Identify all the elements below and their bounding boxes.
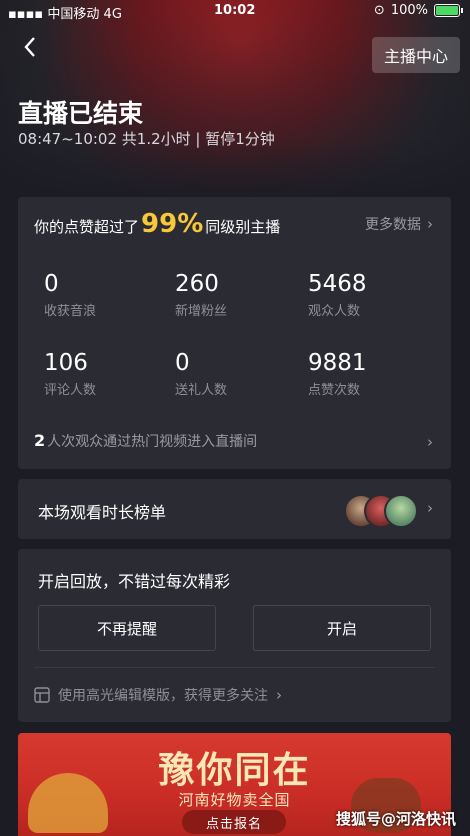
carrier-name: 中国移动 <box>47 7 100 22</box>
watch-time-rank-card[interactable]: 本场观看时长榜单 › <box>18 479 451 539</box>
banner-headline: 豫你同在 <box>158 750 311 791</box>
stat-value: 9881 <box>308 350 367 376</box>
status-bar: ▪▪▪▪ 中国移动 4G 10:02 ⊙ 100% <box>0 0 470 22</box>
stat-label: 新增粉丝 <box>175 304 228 319</box>
hot-video-text: 人次观众通过热门视频进入直播间 <box>47 434 258 450</box>
banner-subline: 河南好物卖全国 <box>178 791 291 809</box>
likes-prefix: 你的点赞超过了 <box>34 218 140 236</box>
likes-rank: 你的点赞超过了 99% 同级别主播 <box>34 209 280 239</box>
stat-label: 点赞次数 <box>308 383 361 398</box>
replay-card: 开启回放，不错过每次精彩 不再提醒 开启 使用高光编辑模版，获得更多关注 › <box>18 549 451 722</box>
clock: 10:02 <box>214 3 256 18</box>
back-icon[interactable] <box>22 34 38 64</box>
signal-icon: ▪▪▪▪ <box>8 7 44 22</box>
highlight-tip-text: 使用高光编辑模版，获得更多关注 <box>58 688 268 704</box>
battery-icon <box>434 4 463 17</box>
stat-value: 106 <box>44 350 88 376</box>
live-duration: 08:47~10:02 共1.2小时 | 暂停1分钟 <box>18 130 275 148</box>
highlight-template-link[interactable]: 使用高光编辑模版，获得更多关注 › <box>34 685 282 705</box>
carrier-info: ▪▪▪▪ 中国移动 4G <box>8 3 122 22</box>
stat-commenters: 106 评论人数 <box>44 350 96 398</box>
chevron-right-icon: › <box>427 215 433 233</box>
status-right: ⊙ 100% <box>373 3 463 18</box>
network-type: 4G <box>103 7 122 22</box>
stat-label: 送礼人数 <box>175 383 228 398</box>
rotation-lock-icon: ⊙ <box>373 3 385 18</box>
dismiss-button[interactable]: 不再提醒 <box>38 605 216 651</box>
stat-gift-income: 0 收获音浪 <box>44 271 96 319</box>
more-data-label: 更多数据 <box>365 217 421 233</box>
hot-video-entry[interactable]: 2 人次观众通过热门视频进入直播间 <box>34 431 257 451</box>
stat-viewers: 5468 观众人数 <box>308 271 367 319</box>
chevron-right-icon: › <box>276 686 282 704</box>
likes-suffix: 同级别主播 <box>205 218 281 236</box>
stat-label: 收获音浪 <box>44 304 97 319</box>
chevron-right-icon: › <box>427 499 433 517</box>
battery-percent: 100% <box>390 3 428 18</box>
signup-button[interactable]: 点击报名 <box>182 810 286 834</box>
anchor-center-button[interactable]: 主播中心 <box>372 37 460 73</box>
stat-new-fans: 260 新增粉丝 <box>175 271 227 319</box>
watermark: 搜狐号@河洛快讯 <box>335 810 456 828</box>
hot-video-count: 2 <box>34 431 46 450</box>
template-icon <box>34 687 50 703</box>
replay-title: 开启回放，不错过每次精彩 <box>38 572 231 591</box>
page-title: 直播已结束 <box>18 99 144 128</box>
stat-value: 5468 <box>308 271 367 297</box>
stat-gifters: 0 送礼人数 <box>175 350 227 398</box>
avatar <box>384 494 418 528</box>
stat-value: 0 <box>44 271 59 297</box>
stat-value: 260 <box>175 271 219 297</box>
chevron-right-icon[interactable]: › <box>427 433 433 451</box>
more-data-link[interactable]: 更多数据 › <box>365 214 433 234</box>
stat-value: 0 <box>175 350 190 376</box>
stat-likes: 9881 点赞次数 <box>308 350 367 398</box>
divider <box>34 667 435 668</box>
rank-title: 本场观看时长榜单 <box>38 503 167 522</box>
stat-label: 观众人数 <box>308 304 361 319</box>
stat-label: 评论人数 <box>44 383 97 398</box>
enable-replay-button[interactable]: 开启 <box>253 605 431 651</box>
likes-percent: 99% <box>141 209 204 239</box>
stats-card: 你的点赞超过了 99% 同级别主播 更多数据 › 0 收获音浪 260 新增粉丝… <box>18 197 451 469</box>
